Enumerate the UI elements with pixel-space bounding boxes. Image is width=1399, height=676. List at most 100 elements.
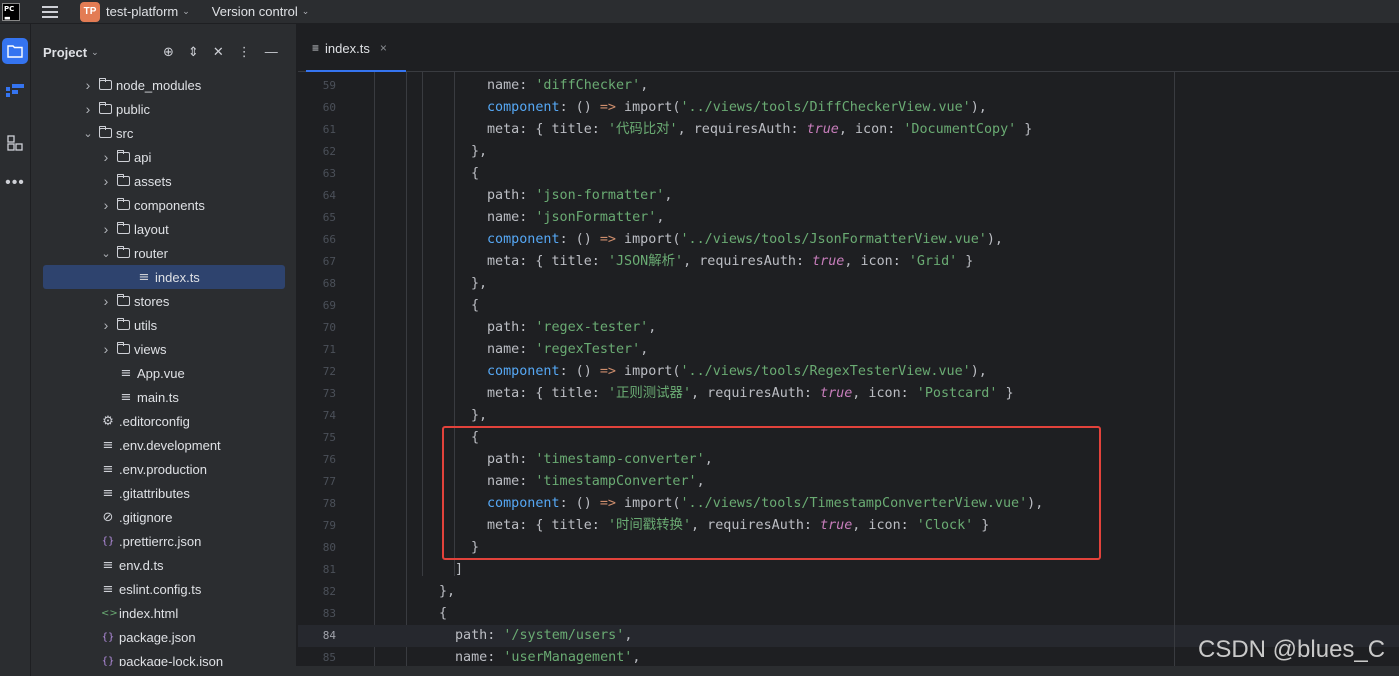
tree-item[interactable]: {} .prettierrc.json bbox=[31, 529, 297, 553]
code-line[interactable]: meta: { title: '代码比对', requiresAuth: tru… bbox=[298, 119, 1399, 141]
tree-item-label: .editorconfig bbox=[119, 413, 190, 429]
project-panel-title[interactable]: Project bbox=[43, 45, 87, 60]
code-line[interactable]: }, bbox=[298, 141, 1399, 163]
tree-item-label: .gitattributes bbox=[119, 485, 190, 501]
tree-item[interactable]: › assets bbox=[31, 169, 297, 193]
more-tools-button[interactable]: ••• bbox=[2, 170, 28, 196]
code-line[interactable]: meta: { title: 'JSON解析', requiresAuth: t… bbox=[298, 251, 1399, 273]
code-line[interactable]: path: 'json-formatter', bbox=[298, 185, 1399, 207]
line-number: 64 bbox=[322, 189, 336, 202]
tree-item[interactable]: ≡ .env.development bbox=[31, 433, 297, 457]
tree-item[interactable]: › api bbox=[31, 145, 297, 169]
tree-item-label: env.d.ts bbox=[119, 557, 164, 573]
tree-item[interactable]: ⚙ .editorconfig bbox=[31, 409, 297, 433]
code-line[interactable]: }, bbox=[298, 405, 1399, 427]
tree-item[interactable]: <> index.html bbox=[31, 601, 297, 625]
code-token: }, bbox=[471, 276, 488, 291]
code-token: path: bbox=[487, 320, 536, 335]
code-line[interactable]: path: 'regex-tester', bbox=[298, 317, 1399, 339]
tree-item[interactable]: › components bbox=[31, 193, 297, 217]
folder-icon bbox=[117, 246, 130, 258]
tree-item-label: .gitignore bbox=[119, 509, 173, 525]
project-panel: Project ⌄ ⊕ ⇕ ✕ ⋮ — › node_modules › public… bbox=[31, 24, 324, 676]
chevron-right-icon[interactable]: › bbox=[83, 77, 93, 93]
code-line[interactable]: component: () => import('../views/tools/… bbox=[298, 361, 1399, 383]
tree-item[interactable]: ≡ eslint.config.ts bbox=[31, 577, 297, 601]
code-line[interactable]: component: () => import('../views/tools/… bbox=[298, 97, 1399, 119]
chevron-down-icon[interactable]: ⌄ bbox=[91, 47, 99, 58]
chevron-right-icon[interactable]: › bbox=[101, 197, 111, 213]
close-icon[interactable]: × bbox=[380, 41, 387, 55]
tree-item-label: .env.development bbox=[119, 437, 221, 453]
code-line[interactable]: component: () => import('../views/tools/… bbox=[298, 229, 1399, 251]
line-number: 77 bbox=[322, 475, 336, 488]
code-line[interactable]: name: 'jsonFormatter', bbox=[298, 207, 1399, 229]
chevron-right-icon[interactable]: › bbox=[101, 293, 111, 309]
tree-item[interactable]: › utils bbox=[31, 313, 297, 337]
project-tool-button[interactable] bbox=[2, 38, 28, 64]
code-token: , bbox=[656, 210, 665, 225]
tree-item[interactable]: ≡ .gitattributes bbox=[31, 481, 297, 505]
watermark: CSDN @blues_C bbox=[1198, 636, 1386, 663]
tree-item[interactable]: › node_modules bbox=[31, 73, 297, 97]
code-line[interactable]: name: 'diffChecker', bbox=[298, 75, 1399, 97]
tree-item[interactable]: › stores bbox=[31, 289, 297, 313]
tab-index-ts[interactable]: ≡ index.ts × bbox=[306, 24, 406, 73]
chevron-right-icon[interactable]: › bbox=[101, 221, 111, 237]
chevron-right-icon[interactable]: › bbox=[101, 173, 111, 189]
main-menu-icon[interactable] bbox=[42, 5, 58, 18]
tree-item[interactable]: ≡ App.vue bbox=[31, 361, 297, 385]
tree-item[interactable]: ⌄ src bbox=[31, 121, 297, 145]
tree-item[interactable]: › layout bbox=[31, 217, 297, 241]
line-number: 68 bbox=[322, 277, 336, 290]
tree-item[interactable]: › public bbox=[31, 97, 297, 121]
project-switcher[interactable]: test-platform ⌄ bbox=[100, 4, 190, 19]
tree-item[interactable]: ≡ index.ts bbox=[43, 265, 285, 289]
version-control-menu[interactable]: Version control ⌄ bbox=[190, 4, 310, 19]
tree-item[interactable]: {} package.json bbox=[31, 625, 297, 649]
chevron-right-icon[interactable]: › bbox=[101, 341, 111, 357]
locate-icon[interactable]: ⊕ bbox=[163, 44, 174, 60]
tree-item[interactable]: ⌄ router bbox=[31, 241, 297, 265]
line-number: 62 bbox=[322, 145, 336, 158]
code-token: import( bbox=[616, 232, 681, 247]
chevron-right-icon[interactable]: › bbox=[83, 101, 93, 117]
folder-icon bbox=[117, 318, 130, 330]
chevron-down-icon[interactable]: ⌄ bbox=[83, 127, 93, 140]
tree-item-label: index.ts bbox=[155, 269, 200, 285]
blocks-icon bbox=[7, 135, 23, 151]
code-token: , bbox=[632, 650, 641, 665]
code-line[interactable]: ] bbox=[298, 559, 1399, 581]
code-line[interactable]: { bbox=[298, 163, 1399, 185]
folder-icon bbox=[117, 222, 130, 234]
plugins-tool-button[interactable] bbox=[2, 130, 28, 156]
tree-item[interactable]: ⊘ .gitignore bbox=[31, 505, 297, 529]
project-badge[interactable]: TP bbox=[80, 1, 100, 22]
chevron-right-icon[interactable]: › bbox=[101, 149, 111, 165]
pycharm-logo-icon[interactable]: PC ▬ bbox=[2, 2, 20, 22]
line-number: 79 bbox=[322, 519, 336, 532]
code-line[interactable]: meta: { title: '正则测试器', requiresAuth: tr… bbox=[298, 383, 1399, 405]
options-icon[interactable]: ⋮ bbox=[238, 44, 251, 60]
chevron-down-icon[interactable]: ⌄ bbox=[101, 247, 111, 260]
tree-item[interactable]: ≡ main.ts bbox=[31, 385, 297, 409]
chevron-right-icon[interactable]: › bbox=[101, 317, 111, 333]
code-line[interactable]: }, bbox=[298, 273, 1399, 295]
hide-panel-icon[interactable]: — bbox=[265, 44, 278, 60]
code-line[interactable]: }, bbox=[298, 581, 1399, 603]
code-token: '../views/tools/DiffCheckerView.vue' bbox=[680, 100, 971, 115]
expand-all-icon[interactable]: ⇕ bbox=[188, 44, 199, 60]
structure-tool-button[interactable] bbox=[2, 78, 28, 104]
tree-item-label: eslint.config.ts bbox=[119, 581, 202, 597]
tree-item[interactable]: › views bbox=[31, 337, 297, 361]
code-editor[interactable]: name: 'diffChecker', component: () => imp… bbox=[298, 72, 1399, 676]
tree-item[interactable]: ≡ env.d.ts bbox=[31, 553, 297, 577]
code-line[interactable]: { bbox=[298, 603, 1399, 625]
code-line[interactable]: name: 'regexTester', bbox=[298, 339, 1399, 361]
tree-item[interactable]: ≡ .env.production bbox=[31, 457, 297, 481]
braces-icon: {} bbox=[101, 631, 115, 643]
collapse-all-icon[interactable]: ✕ bbox=[213, 44, 224, 60]
code-token: 'diffChecker' bbox=[535, 78, 641, 93]
code-line[interactable]: { bbox=[298, 295, 1399, 317]
line-number-gutter[interactable]: 59 60 61 62 63 64 65 66 67 68 69 70 71 72 73 74 75 76 77 78… bbox=[298, 72, 346, 676]
